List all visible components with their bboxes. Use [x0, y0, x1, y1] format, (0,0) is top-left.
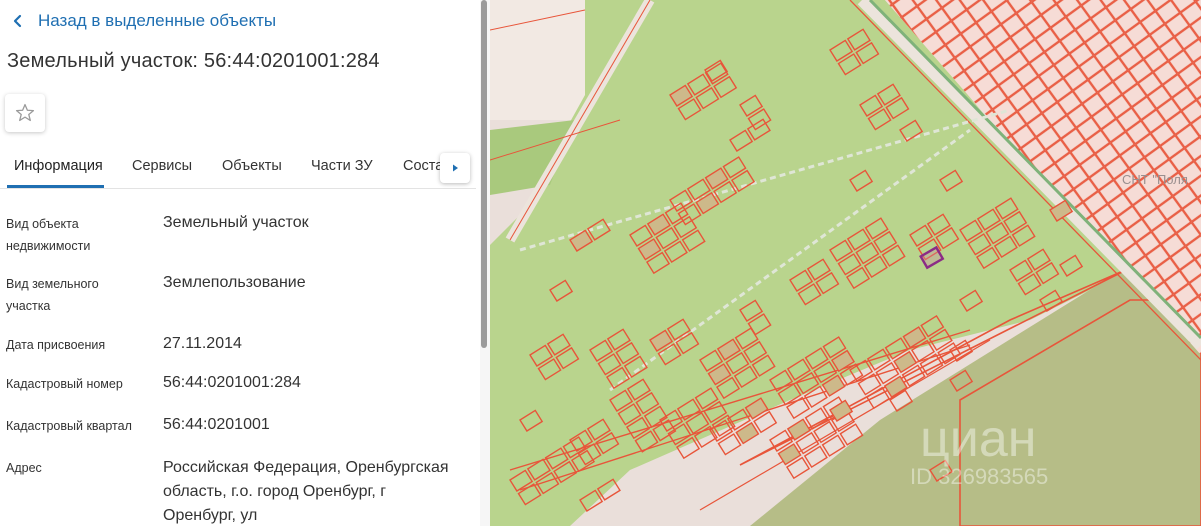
page-title: Земельный участок: 56:44:0201001:284: [7, 50, 380, 72]
favorite-button[interactable]: [5, 94, 45, 132]
chevron-right-icon: [453, 164, 458, 172]
tab-composition[interactable]: Соста: [403, 158, 443, 174]
tab-bar: Информация Сервисы Объекты Части ЗУ Сост…: [0, 146, 476, 189]
cadastral-number-label: Кадастровый номер: [6, 377, 123, 391]
info-panel: Назад в выделенные объекты Земельный уча…: [0, 0, 480, 526]
cadastral-block-label: Кадастровый квартал: [6, 419, 132, 433]
star-icon: [15, 103, 35, 122]
object-type-label: Вид объекта недвижимости: [6, 217, 91, 253]
tab-services[interactable]: Сервисы: [132, 158, 192, 174]
back-link-label[interactable]: Назад в выделенные объекты: [38, 11, 276, 31]
tabs-scroll-right-button[interactable]: [440, 153, 470, 183]
watermark-brand: циан: [920, 410, 1036, 468]
address-label: Адрес: [6, 461, 42, 475]
cadastral-number-value: 56:44:0201001:284: [163, 374, 301, 391]
map-canvas[interactable]: СНТ "Поля циан ID 326983565: [490, 0, 1201, 526]
assigned-date-label: Дата присвоения: [6, 338, 106, 352]
cadastral-block-value: 56:44:0201001: [163, 416, 270, 433]
land-type-value: Землепользование: [163, 274, 306, 291]
cadastral-map[interactable]: СНТ "Поля циан ID 326983565: [490, 0, 1201, 526]
address-value: Российская Федерация, Оренбургская облас…: [163, 459, 449, 524]
tab-objects[interactable]: Объекты: [222, 158, 282, 174]
map-area-label: СНТ "Поля: [1122, 172, 1188, 187]
object-type-value: Земельный участок: [163, 214, 309, 231]
back-link[interactable]: Назад в выделенные объекты: [12, 10, 276, 32]
panel-scrollbar-thumb[interactable]: [481, 0, 487, 348]
tab-info[interactable]: Информация: [14, 158, 103, 174]
land-type-label: Вид земельного участка: [6, 277, 99, 313]
tab-parts[interactable]: Части ЗУ: [311, 158, 373, 174]
assigned-date-value: 27.11.2014: [163, 335, 242, 352]
active-tab-indicator: [7, 185, 104, 188]
back-arrow-icon[interactable]: [12, 12, 24, 30]
watermark-id: ID 326983565: [910, 464, 1048, 489]
